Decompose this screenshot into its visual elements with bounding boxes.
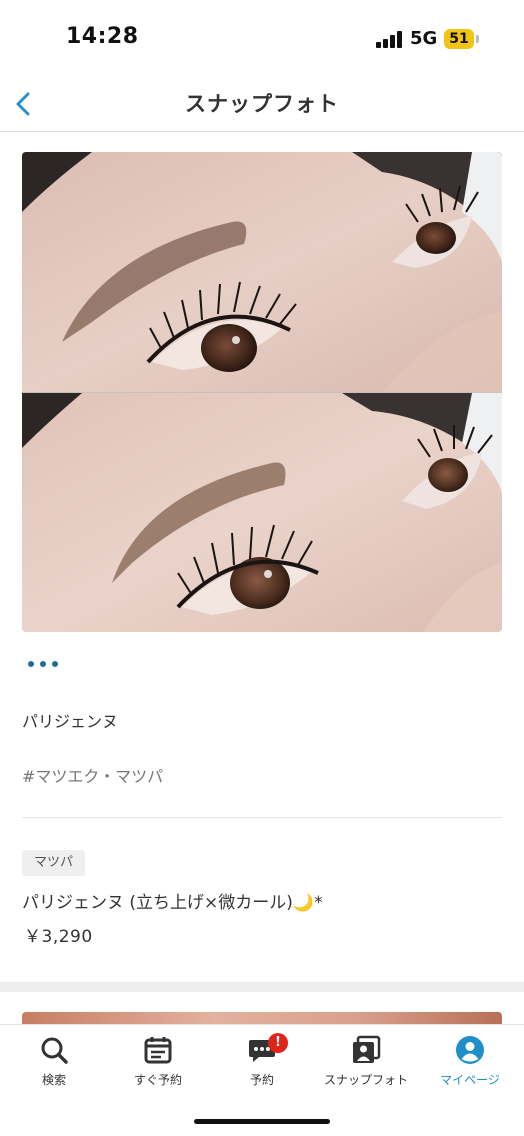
status-bar: 14:28 5G 51 <box>0 0 524 78</box>
tab-reservations[interactable]: ! 予約 <box>210 1033 314 1095</box>
category-badge: マツパ <box>22 850 86 876</box>
user-icon <box>456 1036 484 1064</box>
more-options-icon[interactable] <box>28 656 60 670</box>
header: スナップフォト <box>0 78 524 132</box>
tab-label: マイページ <box>440 1073 500 1087</box>
tab-snap-photo[interactable]: スナップフォト <box>314 1035 418 1095</box>
network-type: 5G <box>410 28 438 49</box>
photo-top <box>22 152 502 392</box>
calendar-icon <box>144 1037 172 1064</box>
notification-badge: ! <box>268 1033 288 1053</box>
tab-label: 検索 <box>41 1073 66 1087</box>
search-icon <box>41 1037 68 1064</box>
tab-quick-booking[interactable]: すぐ予約 <box>106 1035 210 1095</box>
signal-icon <box>376 30 404 48</box>
battery-nub <box>476 35 479 43</box>
photo-icon <box>353 1035 381 1063</box>
section-separator <box>0 982 524 992</box>
tab-search[interactable]: 検索 <box>2 1035 106 1095</box>
battery-icon: 51 <box>444 29 474 49</box>
tab-my-page[interactable]: マイページ <box>418 1035 522 1095</box>
tab-label: スナップフォト <box>323 1073 408 1087</box>
home-indicator <box>194 1119 330 1124</box>
hashtag-link[interactable]: #マツエク・マツパ <box>22 763 163 787</box>
tab-label: 予約 <box>249 1073 274 1087</box>
menu-name[interactable]: パリジェンヌ (立ち上げ×微カール)🌙* <box>22 888 323 913</box>
snap-photo[interactable] <box>22 152 502 632</box>
page-title: スナップフォト <box>185 92 339 116</box>
divider <box>22 817 502 818</box>
salon-name-link[interactable]: パリジェンヌ <box>22 708 118 732</box>
status-time: 14:28 <box>66 24 139 49</box>
menu-price: ￥3,290 <box>24 927 93 947</box>
tab-label: すぐ予約 <box>133 1073 182 1087</box>
photo-bottom <box>22 392 502 632</box>
